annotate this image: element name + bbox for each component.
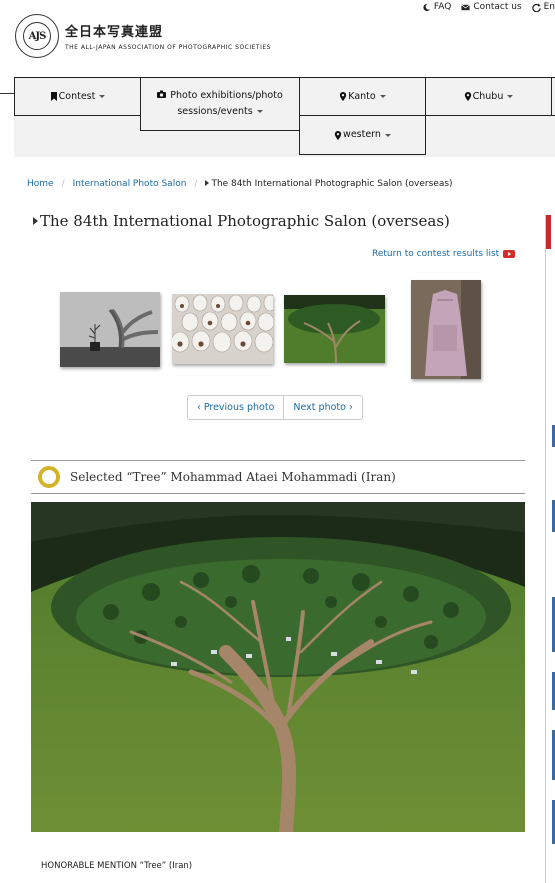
moon-icon <box>423 3 430 11</box>
page-title: The 84th International Photographic Salo… <box>33 212 450 230</box>
utility-links: FAQ Contact us En <box>422 0 555 14</box>
site-logo[interactable]: AJS 全日本写真連盟 THE ALL-JAPAN ASSOCIATION OF… <box>15 14 271 58</box>
photo-caption: HONORABLE MENTION “Tree” (Iran) <box>41 861 193 871</box>
nav-more-edge <box>551 77 555 116</box>
return-to-results-link[interactable]: Return to contest results list <box>372 249 516 259</box>
english-link[interactable]: En <box>531 0 555 14</box>
chevron-down-icon <box>384 133 391 137</box>
logo-emblem: AJS <box>15 14 59 58</box>
logo-english-name: THE ALL-JAPAN ASSOCIATION OF PHOTOGRAPHI… <box>65 44 271 51</box>
thumbnail-dress[interactable] <box>411 280 481 379</box>
chevron-down-icon <box>379 95 386 98</box>
breadcrumb-home[interactable]: Home <box>27 179 54 189</box>
chevron-down-icon <box>256 110 263 113</box>
ring-icon <box>38 466 60 488</box>
location-pin-icon <box>334 130 342 140</box>
triangle-right-icon <box>205 180 210 186</box>
main-photo <box>31 502 525 832</box>
nav-exhibitions[interactable]: Photo exhibitions/photo sessions/events <box>140 77 300 131</box>
breadcrumb-separator: / <box>194 179 198 189</box>
photo-pager: ‹ Previous photo Next photo › <box>187 395 363 420</box>
previous-photo-button[interactable]: ‹ Previous photo <box>188 396 283 419</box>
nav-contest[interactable]: Contest <box>14 77 141 116</box>
refresh-icon <box>531 2 541 12</box>
thumbnail-crowd[interactable] <box>172 294 273 364</box>
photo-title: Selected “Tree” Mohammad Ataei Mohammadi… <box>70 470 396 484</box>
bookmark-icon <box>50 92 57 101</box>
chevron-down-icon <box>507 95 514 98</box>
breadcrumb-salon[interactable]: International Photo Salon <box>73 179 187 189</box>
breadcrumb-separator: / <box>61 179 65 189</box>
mail-icon <box>461 4 471 10</box>
logo-monogram: AJS <box>23 22 51 50</box>
chevron-down-icon <box>99 95 106 98</box>
thumbnail-tree-aerial[interactable] <box>284 295 385 363</box>
sidebar-divider <box>545 215 546 883</box>
breadcrumb-current: The 84th International Photographic Salo… <box>205 179 453 189</box>
nav-western[interactable]: western <box>299 115 426 155</box>
contact-link[interactable]: Contact us <box>461 0 522 14</box>
location-pin-icon <box>340 92 347 101</box>
location-pin-icon <box>464 92 471 101</box>
logo-japanese-name: 全日本写真連盟 <box>65 25 164 40</box>
nav-chubu[interactable]: Chubu <box>425 77 552 116</box>
youtube-icon <box>503 250 516 258</box>
sidebar-accent <box>546 215 551 249</box>
nav-kanto[interactable]: Kanto <box>299 77 426 116</box>
next-photo-button[interactable]: Next photo › <box>283 396 361 419</box>
thumbnail-potted-plant[interactable] <box>60 292 160 367</box>
photo-heading: Selected “Tree” Mohammad Ataei Mohammadi… <box>31 460 525 494</box>
faq-link[interactable]: FAQ <box>422 0 451 14</box>
camera-icon <box>157 90 167 98</box>
triangle-right-icon <box>33 217 38 225</box>
breadcrumb: Home / International Photo Salon / The 8… <box>27 179 453 189</box>
